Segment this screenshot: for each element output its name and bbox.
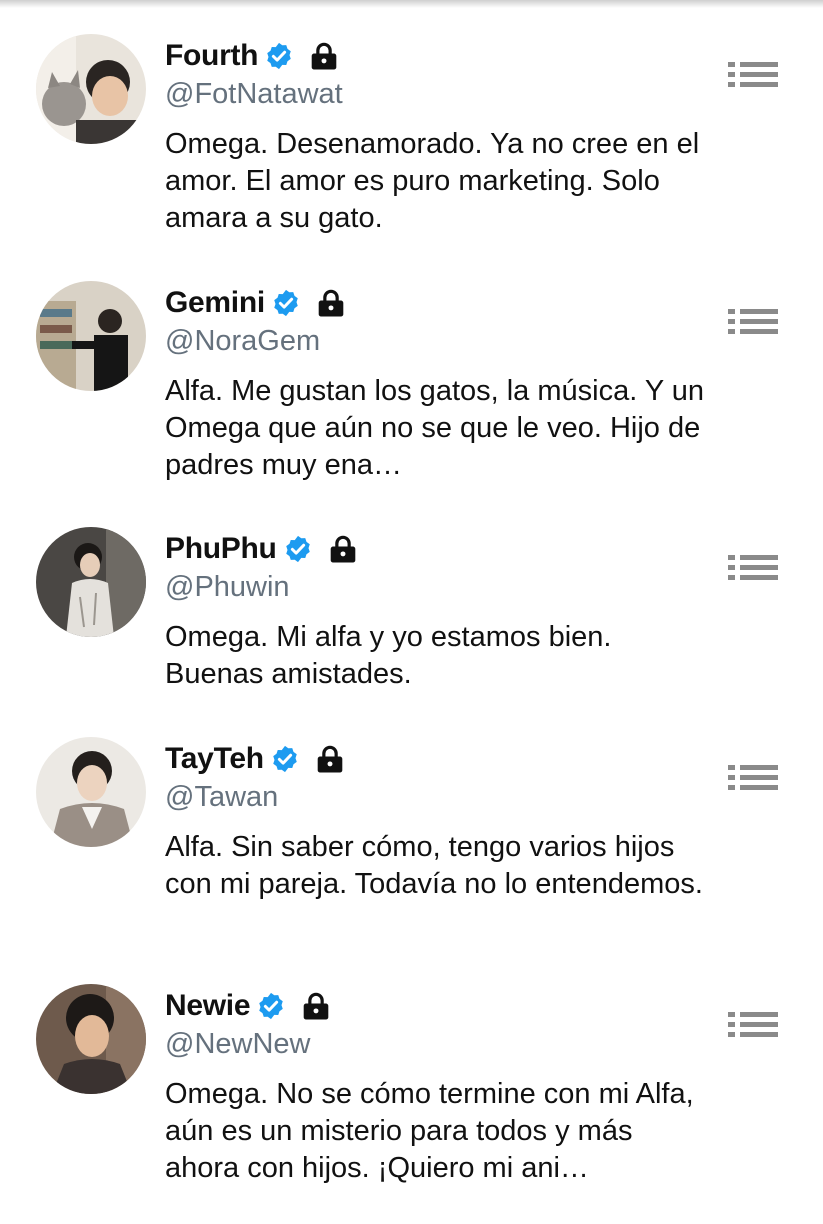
list-item[interactable]: Gemini @NoraGem Alfa. Me gustan los gato… <box>0 281 823 521</box>
lock-icon <box>319 534 359 564</box>
display-name[interactable]: PhuPhu <box>165 532 277 566</box>
verified-badge-icon <box>270 744 300 774</box>
name-line: Newie <box>165 986 332 1026</box>
user-handle: @NoraGem <box>165 325 321 357</box>
avatar[interactable] <box>36 737 146 847</box>
lock-icon <box>306 744 346 774</box>
list-menu-icon <box>728 62 778 87</box>
list-menu-icon <box>728 309 778 334</box>
user-bio: Alfa. Sin saber cómo, tengo varios hijos… <box>165 831 703 900</box>
list-menu-icon <box>728 765 778 790</box>
verified-badge-icon <box>283 534 313 564</box>
list-item[interactable]: TayTeh @Tawan Alfa. Sin saber cómo, teng… <box>0 737 823 977</box>
top-divider <box>0 0 823 8</box>
user-handle: @Phuwin <box>165 571 290 603</box>
user-bio: Omega. Desenamorado. Ya no cree en el am… <box>165 128 700 234</box>
lock-icon <box>300 41 340 71</box>
list-menu-button[interactable] <box>728 763 780 801</box>
verified-badge-icon <box>256 991 286 1021</box>
avatar[interactable] <box>36 281 146 391</box>
list-item[interactable]: PhuPhu @Phuwin Omega. Mi alfa y yo estam… <box>0 527 823 767</box>
user-bio: Omega. Mi alfa y yo estamos bien. Buenas… <box>165 621 612 690</box>
name-line: TayTeh <box>165 739 346 779</box>
user-bio: Alfa. Me gustan los gatos, la música. Y … <box>165 375 704 481</box>
avatar[interactable] <box>36 984 146 1094</box>
list-menu-button[interactable] <box>728 1010 780 1048</box>
avatar[interactable] <box>36 34 146 144</box>
list-menu-icon <box>728 555 778 580</box>
verified-badge-icon <box>264 41 294 71</box>
display-name[interactable]: Fourth <box>165 39 258 73</box>
user-handle: @FotNatawat <box>165 78 343 110</box>
list-menu-button[interactable] <box>728 553 780 591</box>
display-name[interactable]: Gemini <box>165 286 265 320</box>
list-item[interactable]: Fourth @FotNatawat Omega. Desenamorado. … <box>0 34 823 274</box>
name-line: Fourth <box>165 36 340 76</box>
name-line: Gemini <box>165 283 347 323</box>
list-menu-icon <box>728 1012 778 1037</box>
list-menu-button[interactable] <box>728 307 780 345</box>
list-menu-button[interactable] <box>728 60 780 98</box>
verified-badge-icon <box>271 288 301 318</box>
display-name[interactable]: Newie <box>165 989 251 1023</box>
user-handle: @NewNew <box>165 1028 311 1060</box>
display-name[interactable]: TayTeh <box>165 742 264 776</box>
list-item[interactable]: Newie @NewNew Omega. No se cómo termine … <box>0 984 823 1224</box>
user-handle: @Tawan <box>165 781 279 813</box>
user-bio: Omega. No se cómo termine con mi Alfa, a… <box>165 1078 694 1184</box>
name-line: PhuPhu <box>165 529 359 569</box>
lock-icon <box>292 991 332 1021</box>
avatar[interactable] <box>36 527 146 637</box>
lock-icon <box>307 288 347 318</box>
